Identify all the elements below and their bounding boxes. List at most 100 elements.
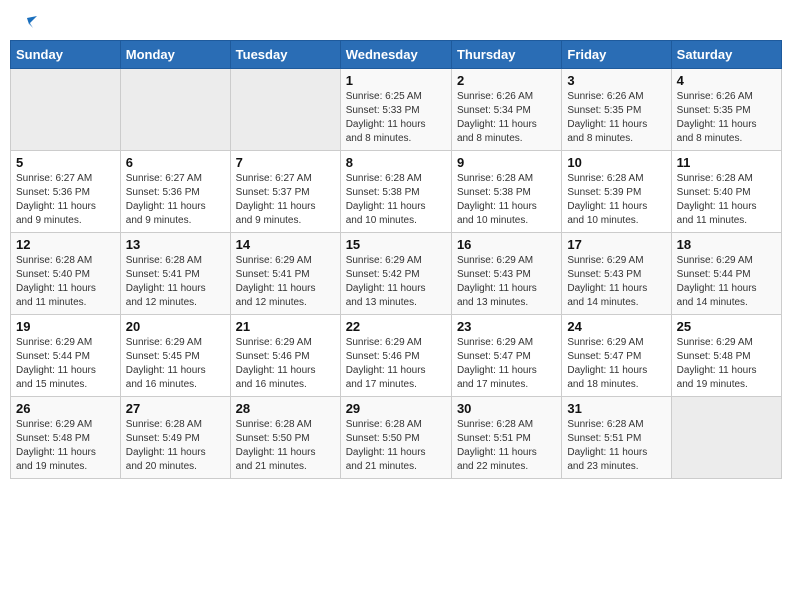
calendar-cell: 4 Sunrise: 6:26 AM Sunset: 5:35 PM Daylig… [671,69,781,151]
day-info: Sunrise: 6:28 AM Sunset: 5:41 PM Dayligh… [126,254,225,310]
day-number: 12 [16,237,115,252]
day-number: 18 [677,237,776,252]
day-number: 10 [567,155,665,170]
calendar-cell: 23Sunrise: 6:29 AM Sunset: 5:47 PM Dayli… [451,315,561,397]
day-info: Sunrise: 6:28 AM Sunset: 5:40 PM Dayligh… [16,254,115,310]
calendar-cell: 6 Sunrise: 6:27 AM Sunset: 5:36 PM Daylig… [120,151,230,233]
day-info: Sunrise: 6:28 AM Sunset: 5:49 PM Dayligh… [126,418,225,474]
day-info: Sunrise: 6:29 AM Sunset: 5:41 PM Dayligh… [236,254,335,310]
day-info: Sunrise: 6:29 AM Sunset: 5:45 PM Dayligh… [126,336,225,392]
day-info: Sunrise: 6:28 AM Sunset: 5:38 PM Dayligh… [457,172,556,228]
day-info: Sunrise: 6:28 AM Sunset: 5:50 PM Dayligh… [236,418,335,474]
calendar-cell: 15 Sunrise: 6:29 AM Sunset: 5:42 PM Dayli… [340,233,451,315]
calendar-cell [120,69,230,151]
day-number: 11 [677,155,776,170]
weekday-header-friday: Friday [562,41,671,69]
day-info: Sunrise: 6:27 AM Sunset: 5:36 PM Dayligh… [16,172,115,228]
day-info: Sunrise: 6:28 AM Sunset: 5:51 PM Dayligh… [567,418,665,474]
day-number: 25 [677,319,776,334]
day-number: 27 [126,401,225,416]
calendar-cell: 31 Sunrise: 6:28 AM Sunset: 5:51 PM Dayli… [562,397,671,479]
day-number: 23 [457,319,556,334]
calendar-cell: 1 Sunrise: 6:25 AM Sunset: 5:33 PM Daylig… [340,69,451,151]
calendar-cell: 25Sunrise: 6:29 AM Sunset: 5:48 PM Dayli… [671,315,781,397]
calendar-cell: 5 Sunrise: 6:27 AM Sunset: 5:36 PM Daylig… [11,151,121,233]
logo-bird-icon [19,14,37,32]
day-number: 9 [457,155,556,170]
day-number: 8 [346,155,446,170]
day-number: 2 [457,73,556,88]
page-header [10,10,782,32]
weekday-header-tuesday: Tuesday [230,41,340,69]
day-number: 7 [236,155,335,170]
calendar-cell: 24Sunrise: 6:29 AM Sunset: 5:47 PM Dayli… [562,315,671,397]
day-info: Sunrise: 6:28 AM Sunset: 5:50 PM Dayligh… [346,418,446,474]
calendar-cell: 22 Sunrise: 6:29 AM Sunset: 5:46 PM Dayli… [340,315,451,397]
day-info: Sunrise: 6:29 AM Sunset: 5:42 PM Dayligh… [346,254,446,310]
calendar-cell: 3Sunrise: 6:26 AM Sunset: 5:35 PM Daylig… [562,69,671,151]
day-number: 14 [236,237,335,252]
day-number: 6 [126,155,225,170]
day-number: 28 [236,401,335,416]
day-info: Sunrise: 6:26 AM Sunset: 5:35 PM Dayligh… [677,90,776,146]
day-number: 22 [346,319,446,334]
weekday-header-thursday: Thursday [451,41,561,69]
day-info: Sunrise: 6:29 AM Sunset: 5:46 PM Dayligh… [236,336,335,392]
day-info: Sunrise: 6:29 AM Sunset: 5:43 PM Dayligh… [567,254,665,310]
day-number: 19 [16,319,115,334]
day-number: 17 [567,237,665,252]
calendar-cell: 11 Sunrise: 6:28 AM Sunset: 5:40 PM Dayli… [671,151,781,233]
day-info: Sunrise: 6:29 AM Sunset: 5:46 PM Dayligh… [346,336,446,392]
calendar-cell: 26 Sunrise: 6:29 AM Sunset: 5:48 PM Dayli… [11,397,121,479]
calendar-cell [671,397,781,479]
calendar-cell: 29 Sunrise: 6:28 AM Sunset: 5:50 PM Dayli… [340,397,451,479]
day-number: 5 [16,155,115,170]
day-number: 13 [126,237,225,252]
calendar-cell: 27 Sunrise: 6:28 AM Sunset: 5:49 PM Dayli… [120,397,230,479]
day-number: 29 [346,401,446,416]
day-number: 26 [16,401,115,416]
day-info: Sunrise: 6:28 AM Sunset: 5:51 PM Dayligh… [457,418,556,474]
calendar-cell: 9 Sunrise: 6:28 AM Sunset: 5:38 PM Daylig… [451,151,561,233]
calendar-cell: 30 Sunrise: 6:28 AM Sunset: 5:51 PM Dayli… [451,397,561,479]
calendar-cell: 16 Sunrise: 6:29 AM Sunset: 5:43 PM Dayli… [451,233,561,315]
day-info: Sunrise: 6:28 AM Sunset: 5:39 PM Dayligh… [567,172,665,228]
day-info: Sunrise: 6:29 AM Sunset: 5:48 PM Dayligh… [16,418,115,474]
calendar-cell: 21 Sunrise: 6:29 AM Sunset: 5:46 PM Dayli… [230,315,340,397]
calendar-cell [230,69,340,151]
weekday-header-monday: Monday [120,41,230,69]
day-number: 20 [126,319,225,334]
day-number: 31 [567,401,665,416]
day-info: Sunrise: 6:28 AM Sunset: 5:38 PM Dayligh… [346,172,446,228]
day-info: Sunrise: 6:29 AM Sunset: 5:43 PM Dayligh… [457,254,556,310]
day-info: Sunrise: 6:27 AM Sunset: 5:36 PM Dayligh… [126,172,225,228]
weekday-header-wednesday: Wednesday [340,41,451,69]
weekday-header-sunday: Sunday [11,41,121,69]
day-info: Sunrise: 6:29 AM Sunset: 5:44 PM Dayligh… [16,336,115,392]
calendar-cell: 13 Sunrise: 6:28 AM Sunset: 5:41 PM Dayli… [120,233,230,315]
day-number: 1 [346,73,446,88]
day-number: 21 [236,319,335,334]
day-number: 15 [346,237,446,252]
calendar-cell: 10 Sunrise: 6:28 AM Sunset: 5:39 PM Dayli… [562,151,671,233]
calendar-cell: 8 Sunrise: 6:28 AM Sunset: 5:38 PM Daylig… [340,151,451,233]
day-info: Sunrise: 6:27 AM Sunset: 5:37 PM Dayligh… [236,172,335,228]
calendar-cell: 28 Sunrise: 6:28 AM Sunset: 5:50 PM Dayli… [230,397,340,479]
day-number: 4 [677,73,776,88]
calendar-cell: 7 Sunrise: 6:27 AM Sunset: 5:37 PM Daylig… [230,151,340,233]
day-number: 30 [457,401,556,416]
calendar-cell: 2 Sunrise: 6:26 AM Sunset: 5:34 PM Daylig… [451,69,561,151]
calendar-cell: 14 Sunrise: 6:29 AM Sunset: 5:41 PM Dayli… [230,233,340,315]
day-number: 16 [457,237,556,252]
day-info: Sunrise: 6:25 AM Sunset: 5:33 PM Dayligh… [346,90,446,146]
calendar-cell: 17 Sunrise: 6:29 AM Sunset: 5:43 PM Dayli… [562,233,671,315]
weekday-header-saturday: Saturday [671,41,781,69]
day-info: Sunrise: 6:28 AM Sunset: 5:40 PM Dayligh… [677,172,776,228]
day-number: 24 [567,319,665,334]
calendar-cell: 18 Sunrise: 6:29 AM Sunset: 5:44 PM Dayli… [671,233,781,315]
calendar-cell: 12 Sunrise: 6:28 AM Sunset: 5:40 PM Dayli… [11,233,121,315]
day-info: Sunrise: 6:26 AM Sunset: 5:34 PM Dayligh… [457,90,556,146]
day-info: Sunrise: 6:29 AM Sunset: 5:44 PM Dayligh… [677,254,776,310]
calendar-cell: 20 Sunrise: 6:29 AM Sunset: 5:45 PM Dayli… [120,315,230,397]
logo [18,14,38,28]
